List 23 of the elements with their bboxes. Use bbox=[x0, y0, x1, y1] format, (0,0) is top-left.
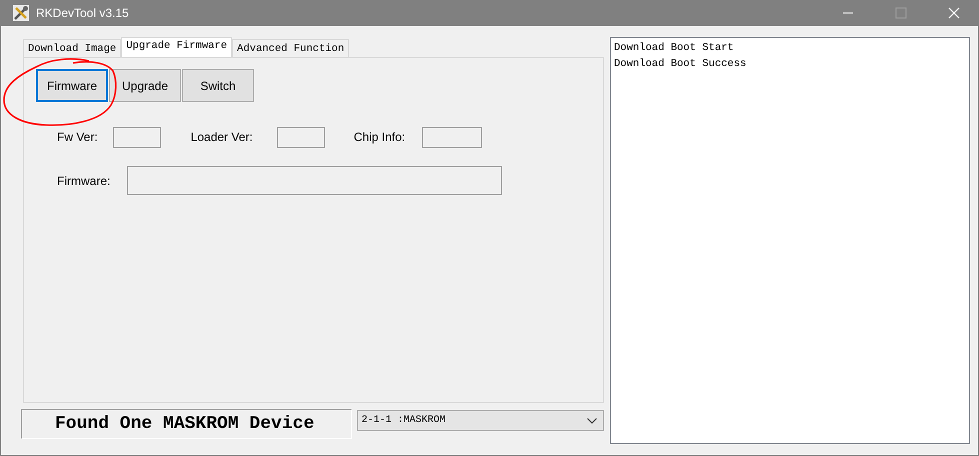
tab[interactable]: Upgrade Firmware bbox=[121, 37, 232, 57]
status-text: Found One MASKROM Device bbox=[21, 409, 352, 439]
field-label: Chip Info: bbox=[354, 130, 406, 144]
toolbar-button[interactable]: Upgrade bbox=[109, 69, 181, 102]
log-line: Download Boot Success bbox=[614, 57, 748, 72]
input-field[interactable] bbox=[127, 166, 502, 195]
input-field[interactable] bbox=[112, 126, 161, 148]
maximize-icon[interactable] bbox=[895, 7, 907, 19]
tab[interactable]: Advanced Function bbox=[232, 39, 350, 57]
device-dropdown[interactable]: 2-1-1 :MASKROM bbox=[357, 410, 604, 431]
input-field[interactable] bbox=[276, 126, 325, 148]
toolbar-button[interactable]: Switch bbox=[182, 69, 254, 102]
field-label: Firmware: bbox=[57, 174, 110, 188]
input-field[interactable] bbox=[422, 126, 482, 148]
field-label: Fw Ver: bbox=[57, 130, 98, 144]
window-title: RKDevTool v3.15 bbox=[36, 6, 129, 20]
field-label: Loader Ver: bbox=[190, 130, 253, 144]
tab[interactable]: Download Image bbox=[23, 39, 122, 57]
toolbar-button[interactable]: Firmware bbox=[36, 69, 108, 102]
chevron-down-icon bbox=[587, 418, 597, 424]
log-line: Download Boot Start bbox=[614, 41, 735, 56]
tools-icon bbox=[13, 5, 29, 21]
close-icon[interactable] bbox=[948, 7, 960, 19]
